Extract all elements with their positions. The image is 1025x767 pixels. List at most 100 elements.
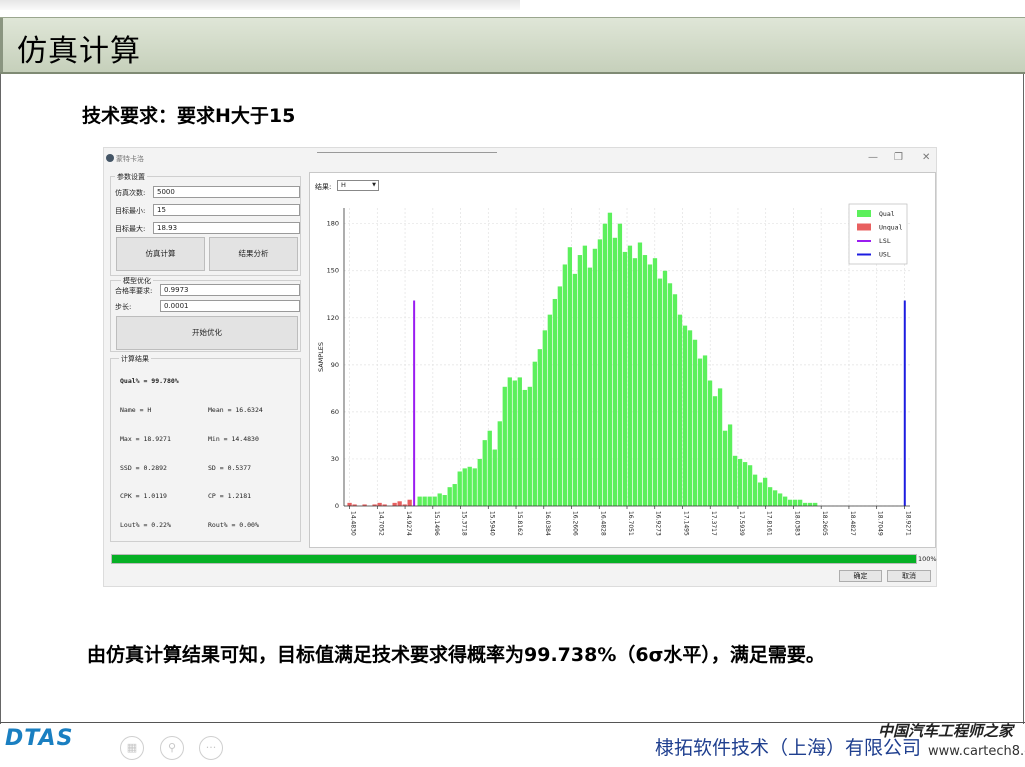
qual-bar	[427, 496, 432, 506]
y-tick-label: 150	[327, 267, 339, 275]
qual-bar	[767, 487, 773, 506]
qual-bar	[477, 458, 482, 506]
unqual-bar	[377, 502, 382, 506]
chevron-down-icon: ▼	[372, 182, 376, 188]
legend-label: Unqual	[879, 224, 903, 232]
qual-bar	[602, 223, 608, 506]
x-tick-label: 15.1496	[433, 511, 440, 536]
legend-label: Qual	[879, 210, 895, 218]
watermark-url: www.cartech8.com	[928, 744, 1025, 759]
qual-bar	[813, 502, 818, 506]
maximize-button[interactable]: ❐	[894, 152, 903, 163]
target-max-input[interactable]: 18.93	[153, 222, 300, 234]
analyze-button[interactable]: 结果分析	[209, 237, 298, 271]
result-cpk: CPK = 1.0119	[120, 492, 167, 500]
qual-bar	[762, 477, 768, 506]
qual-bar	[517, 377, 522, 506]
progress-fill	[112, 555, 916, 563]
cancel-button[interactable]: 取消	[887, 570, 931, 582]
results-group-title: 计算结果	[119, 354, 151, 364]
qual-bar	[447, 487, 452, 506]
result-ssd: SSD = 0.2892	[120, 464, 167, 472]
qual-bar	[487, 430, 492, 506]
slide-left-border	[0, 74, 1, 724]
title-accent	[0, 18, 3, 72]
qual-bar	[422, 496, 427, 506]
search-icon[interactable]: ⚲	[160, 736, 184, 760]
qual-bar	[742, 462, 748, 506]
qual-bar	[637, 242, 643, 507]
qual-bar	[732, 455, 738, 506]
qual-bar	[672, 294, 678, 506]
legend-label: USL	[879, 251, 891, 259]
slide-title-bar: 仿真计算	[0, 17, 1025, 74]
qual-bar	[612, 237, 618, 507]
y-axis-label: SAMPLES	[317, 342, 325, 372]
sim-count-label: 仿真次数:	[115, 189, 146, 197]
target-max-label: 目标最大:	[115, 225, 146, 233]
ok-button[interactable]: 确定	[839, 570, 882, 582]
sim-count-input[interactable]: 5000	[153, 186, 300, 198]
close-button[interactable]: ✕	[922, 152, 930, 163]
x-tick-label: 16.7051	[627, 511, 634, 536]
result-lout: Lout% = 0.22%	[120, 521, 171, 529]
qual-bar	[622, 251, 628, 506]
qual-bar	[467, 466, 472, 506]
qual-bar	[752, 474, 758, 506]
qual-bar	[507, 377, 512, 506]
result-select[interactable]: H ▼	[337, 180, 379, 191]
window-header-line	[317, 152, 497, 153]
qual-bar	[527, 386, 532, 506]
window-app-icon	[106, 154, 114, 162]
target-min-input[interactable]: 15	[153, 204, 300, 216]
result-min: Min = 14.4830	[208, 435, 259, 443]
qual-bar	[682, 325, 688, 506]
step-input[interactable]: 0.0001	[160, 300, 300, 312]
qual-bar	[782, 496, 788, 506]
qual-bar	[542, 330, 547, 506]
chart-legend: Qual Unqual LSL USL	[848, 203, 908, 265]
x-tick-label: 17.3717	[710, 511, 717, 536]
x-tick-label: 14.7052	[377, 511, 384, 536]
qual-bar	[642, 255, 648, 506]
unqual-bar	[392, 502, 397, 506]
x-tick-label: 14.9274	[405, 511, 412, 536]
result-mean: Mean = 16.6324	[208, 406, 263, 414]
step-label: 步长:	[115, 303, 132, 311]
y-tick-label: 180	[327, 220, 339, 228]
x-tick-label: 18.7049	[877, 511, 884, 536]
window-title: 蒙特卡洛	[116, 155, 144, 163]
qual-bar	[562, 264, 568, 506]
legend-swatch	[857, 223, 871, 231]
more-icon[interactable]: ···	[199, 736, 223, 760]
qual-bar	[582, 245, 588, 507]
unqual-bar	[347, 502, 352, 506]
qual-bar	[667, 283, 673, 506]
start-optimize-button[interactable]: 开始优化	[116, 316, 298, 350]
qual-bar	[627, 245, 633, 507]
y-tick-label: 0	[335, 502, 339, 510]
y-tick-label: 30	[331, 455, 339, 463]
footer-line	[0, 722, 1025, 723]
result-sd: SD = 0.5377	[208, 464, 252, 472]
qual-bar	[607, 212, 613, 506]
qual-bar	[798, 499, 803, 506]
qual-bar	[597, 239, 603, 507]
qual-bar	[727, 424, 733, 506]
qual-bar	[482, 440, 487, 506]
params-group-title: 参数设置	[115, 172, 147, 182]
progress-bar	[111, 554, 917, 564]
simulate-button[interactable]: 仿真计算	[116, 237, 205, 271]
qual-bar	[757, 482, 763, 506]
x-tick-label: 17.8161	[766, 511, 773, 536]
qual-bar	[662, 270, 668, 506]
qual-bar	[417, 496, 422, 506]
x-tick-label: 15.8162	[516, 511, 523, 536]
qual-bar	[557, 286, 563, 506]
yield-input[interactable]: 0.9973	[160, 284, 300, 296]
y-tick-label: 60	[331, 408, 339, 416]
minimize-button[interactable]: —	[868, 152, 878, 163]
qual-bar	[647, 264, 653, 506]
conclusion-text: 由仿真计算结果可知，目标值满足技术要求得概率为99.738%（6σ水平），满足需…	[87, 644, 825, 666]
grid-icon[interactable]: ▦	[120, 736, 144, 760]
